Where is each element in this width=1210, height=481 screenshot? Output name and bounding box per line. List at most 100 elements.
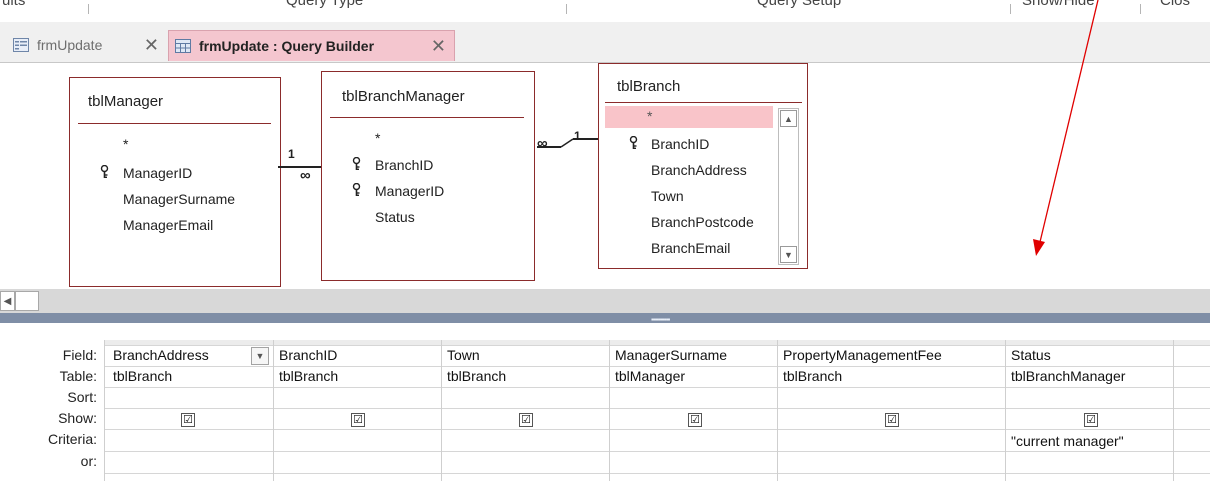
relationship-one-label: 1 [574,129,581,143]
ribbon-separator [1010,4,1011,14]
document-tabs: frmUpdate ✕ frmUpdate : Query Builder ✕ [0,22,1210,63]
row-label-sort: Sort: [67,389,97,405]
primary-key-icon [352,156,361,174]
relationship-many-label: ∞ [537,135,548,152]
query-icon [175,39,191,53]
grid-column-border [441,340,442,481]
grid-column-border [273,340,274,481]
table-tblbranch[interactable]: tblBranch * BranchID BranchAddress Town … [598,63,808,269]
grid-table-cell[interactable]: tblBranch [113,368,172,384]
field-star[interactable]: * [123,136,128,152]
primary-key-icon [100,164,109,182]
grid-field-cell[interactable]: ManagerSurname [615,347,727,363]
field-branchid[interactable]: BranchID [651,136,709,152]
field-branchpostcode[interactable]: BranchPostcode [651,214,754,230]
grid-column-border [609,340,610,481]
query-design-diagram: tblManager * ManagerID ManagerSurname Ma… [0,63,1210,289]
grid-line [104,387,1210,388]
scroll-down-icon[interactable]: ▼ [780,246,797,263]
grid-table-cell[interactable]: tblBranch [447,368,506,384]
field-town[interactable]: Town [651,188,684,204]
close-icon[interactable]: ✕ [144,35,159,56]
field-star[interactable]: * [375,130,380,146]
tab-label: frmUpdate : Query Builder [199,38,375,54]
grid-field-cell[interactable]: Town [447,347,480,363]
row-label-or: or: [80,453,97,469]
field-branchaddress[interactable]: BranchAddress [651,162,747,178]
field-branchid[interactable]: BranchID [375,157,433,173]
field-managerid[interactable]: ManagerID [123,165,192,181]
form-icon [13,38,29,52]
grid-table-cell[interactable]: tblBranch [783,368,842,384]
field-managerid[interactable]: ManagerID [375,183,444,199]
scroll-left-icon[interactable]: ◀ [0,291,15,311]
scroll-thumb[interactable] [15,291,39,311]
grid-field-cell[interactable]: PropertyManagementFee [783,347,942,363]
tab-frmupdate[interactable]: frmUpdate ✕ [7,32,167,58]
ribbon-group-show-hide: Show/Hide [1022,0,1095,9]
table-divider [605,102,802,103]
grid-field-cell[interactable]: BranchID [279,347,337,363]
grid-line [104,451,1210,452]
selected-row [605,106,773,128]
diagram-horizontal-scrollbar[interactable]: ◀ [0,289,1210,313]
ribbon-group-query-setup: Query Setup [757,0,842,9]
scroll-up-icon[interactable]: ▲ [780,110,797,127]
query-design-grid: Field: Table: Sort: Show: Criteria: or: … [0,323,1210,481]
grid-field-cell[interactable]: Status [1011,347,1051,363]
relationship-one-label: 1 [288,147,295,161]
grid-line [104,366,1210,367]
table-title: tblBranchManager [342,88,465,105]
ribbon-group-results: ults [2,0,26,9]
grid-table-cell[interactable]: tblBranch [279,368,338,384]
field-manageremail[interactable]: ManagerEmail [123,217,213,233]
ribbon-group-labels: ults Query Type Query Setup Show/Hide Cl… [0,0,1210,23]
table-divider [78,123,271,124]
grid-column-border [1005,340,1006,481]
show-checkbox[interactable]: ☑ [688,413,702,427]
show-checkbox[interactable]: ☑ [885,413,899,427]
grid-column-border [777,340,778,481]
ribbon-separator [566,4,567,14]
row-label-table: Table: [59,368,97,384]
ribbon-group-close: Clos [1160,0,1191,9]
field-star[interactable]: * [647,108,652,124]
ribbon-separator [88,4,89,14]
row-label-criteria: Criteria: [47,431,97,447]
table-title: tblManager [88,93,164,110]
ribbon-separator [1140,4,1141,14]
table-tblbranchmanager[interactable]: tblBranchManager * BranchID ManagerID St… [321,71,535,281]
ribbon-group-query-type: Query Type [286,0,364,9]
field-branchemail[interactable]: BranchEmail [651,240,730,256]
table-title: tblBranch [617,78,681,95]
grid-field-cell[interactable]: BranchAddress [113,347,209,363]
table-divider [330,117,524,118]
table-tblmanager[interactable]: tblManager * ManagerID ManagerSurname Ma… [69,77,281,287]
grid-line [104,408,1210,409]
tab-query-builder[interactable]: frmUpdate : Query Builder ✕ [168,30,455,61]
row-label-field: Field: [62,347,97,363]
grid-line [104,345,1210,346]
tab-label: frmUpdate [37,37,103,53]
primary-key-icon [629,135,638,153]
pane-splitter[interactable]: ▪▪▪▪▪▪▪▪▪▪ [0,313,1210,324]
grid-column-border [1173,340,1174,481]
close-icon[interactable]: ✕ [431,36,446,57]
grid-criteria-cell[interactable]: "current manager" [1011,433,1124,449]
relationship-many-label: ∞ [300,167,311,184]
grid-column-border [104,340,105,481]
field-managersurname[interactable]: ManagerSurname [123,191,235,207]
table-scrollbar[interactable]: ▲ ▼ [778,108,799,265]
chevron-down-icon[interactable]: ▼ [251,347,269,365]
grid-line [104,429,1210,430]
grid-table-cell[interactable]: tblManager [615,368,685,384]
primary-key-icon [352,182,361,200]
show-checkbox[interactable]: ☑ [351,413,365,427]
row-label-show: Show: [58,410,97,426]
field-status[interactable]: Status [375,209,415,225]
show-checkbox[interactable]: ☑ [519,413,533,427]
grid-table-cell[interactable]: tblBranchManager [1011,368,1125,384]
show-checkbox[interactable]: ☑ [181,413,195,427]
show-checkbox[interactable]: ☑ [1084,413,1098,427]
grid-line [104,473,1210,474]
